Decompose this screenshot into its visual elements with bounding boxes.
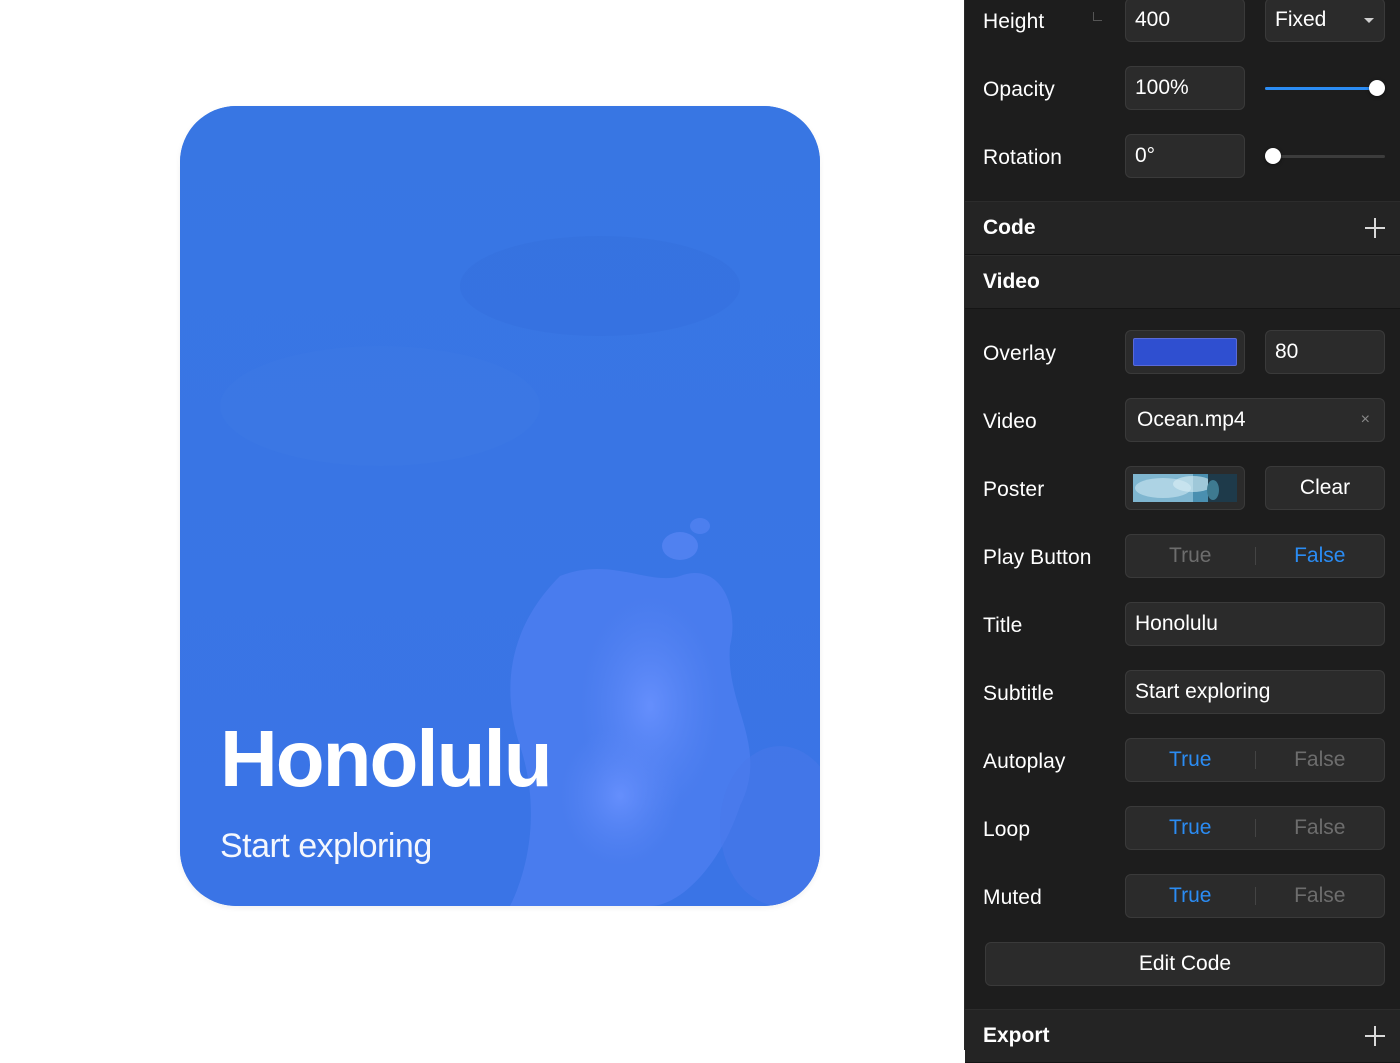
subtitle-row: Subtitle Start exploring bbox=[965, 670, 1400, 718]
autoplay-toggle[interactable]: True False bbox=[1125, 738, 1385, 782]
slider-knob[interactable] bbox=[1265, 148, 1281, 164]
title-input[interactable]: Honolulu bbox=[1125, 602, 1385, 646]
poster-thumbnail bbox=[1133, 474, 1237, 502]
properties-panel: Height 400 Fixed Opacity 100% Rotation 0… bbox=[964, 0, 1400, 1063]
video-card[interactable]: Honolulu Start exploring bbox=[180, 106, 820, 906]
video-file-field[interactable]: Ocean.mp4 × bbox=[1125, 398, 1385, 442]
play-button-label: Play Button bbox=[983, 546, 1092, 569]
card-subtitle: Start exploring bbox=[220, 827, 432, 865]
poster-row: Poster Clear bbox=[965, 466, 1400, 514]
color-swatch bbox=[1133, 338, 1237, 366]
title-label: Title bbox=[983, 614, 1023, 637]
rotation-label: Rotation bbox=[983, 146, 1063, 169]
muted-false-option[interactable]: False bbox=[1256, 875, 1385, 917]
code-section-title: Code bbox=[983, 216, 1036, 239]
add-icon[interactable] bbox=[1365, 1026, 1385, 1046]
video-section-header[interactable]: Video bbox=[965, 255, 1400, 309]
play-button-toggle[interactable]: True False bbox=[1125, 534, 1385, 578]
poster-clear-button[interactable]: Clear bbox=[1265, 466, 1385, 510]
height-input[interactable]: 400 bbox=[1125, 0, 1245, 42]
close-icon[interactable]: × bbox=[1361, 399, 1370, 441]
overlay-row: Overlay 80 bbox=[965, 330, 1400, 378]
title-row: Title Honolulu bbox=[965, 602, 1400, 650]
muted-true-option[interactable]: True bbox=[1126, 875, 1255, 917]
video-section-title: Video bbox=[983, 270, 1040, 293]
card-title: Honolulu bbox=[220, 714, 553, 803]
code-section-header[interactable]: Code bbox=[965, 201, 1400, 255]
opacity-input[interactable]: 100% bbox=[1125, 66, 1245, 110]
height-row: Height 400 Fixed bbox=[965, 0, 1400, 46]
loop-label: Loop bbox=[983, 818, 1031, 841]
muted-toggle[interactable]: True False bbox=[1125, 874, 1385, 918]
link-icon bbox=[1093, 12, 1102, 21]
loop-row: Loop True False bbox=[965, 806, 1400, 854]
play-button-true-option[interactable]: True bbox=[1126, 535, 1255, 577]
opacity-slider[interactable] bbox=[1265, 66, 1385, 110]
loop-toggle[interactable]: True False bbox=[1125, 806, 1385, 850]
overlay-amount-input[interactable]: 80 bbox=[1265, 330, 1385, 374]
subtitle-label: Subtitle bbox=[983, 682, 1054, 705]
height-mode-value: Fixed bbox=[1275, 8, 1327, 31]
rotation-row: Rotation 0° bbox=[965, 134, 1400, 182]
subtitle-input[interactable]: Start exploring bbox=[1125, 670, 1385, 714]
chevron-down-icon bbox=[1364, 18, 1374, 23]
rotation-input[interactable]: 0° bbox=[1125, 134, 1245, 178]
rotation-slider[interactable] bbox=[1265, 134, 1385, 178]
add-icon[interactable] bbox=[1365, 218, 1385, 238]
export-section-title: Export bbox=[983, 1024, 1050, 1047]
autoplay-row: Autoplay True False bbox=[965, 738, 1400, 786]
autoplay-false-option[interactable]: False bbox=[1256, 739, 1385, 781]
overlay-color-well[interactable] bbox=[1125, 330, 1245, 374]
poster-label: Poster bbox=[983, 478, 1045, 501]
overlay-label: Overlay bbox=[983, 342, 1057, 365]
design-canvas[interactable]: Honolulu Start exploring bbox=[0, 0, 964, 1050]
muted-label: Muted bbox=[983, 886, 1042, 909]
slider-knob[interactable] bbox=[1369, 80, 1385, 96]
loop-false-option[interactable]: False bbox=[1256, 807, 1385, 849]
video-row: Video Ocean.mp4 × bbox=[965, 398, 1400, 446]
poster-image-well[interactable] bbox=[1125, 466, 1245, 510]
export-section-header[interactable]: Export bbox=[965, 1009, 1400, 1063]
loop-true-option[interactable]: True bbox=[1126, 807, 1255, 849]
opacity-label: Opacity bbox=[983, 78, 1055, 101]
video-file-name: Ocean.mp4 bbox=[1137, 408, 1246, 431]
play-button-row: Play Button True False bbox=[965, 534, 1400, 582]
autoplay-label: Autoplay bbox=[983, 750, 1066, 773]
play-button-false-option[interactable]: False bbox=[1256, 535, 1385, 577]
slider-fill bbox=[1265, 87, 1377, 90]
muted-row: Muted True False bbox=[965, 874, 1400, 922]
opacity-row: Opacity 100% bbox=[965, 66, 1400, 114]
edit-code-button[interactable]: Edit Code bbox=[985, 942, 1385, 986]
video-label: Video bbox=[983, 410, 1037, 433]
autoplay-true-option[interactable]: True bbox=[1126, 739, 1255, 781]
height-mode-select[interactable]: Fixed bbox=[1265, 0, 1385, 42]
height-label: Height bbox=[983, 10, 1045, 33]
slider-track bbox=[1265, 155, 1385, 158]
